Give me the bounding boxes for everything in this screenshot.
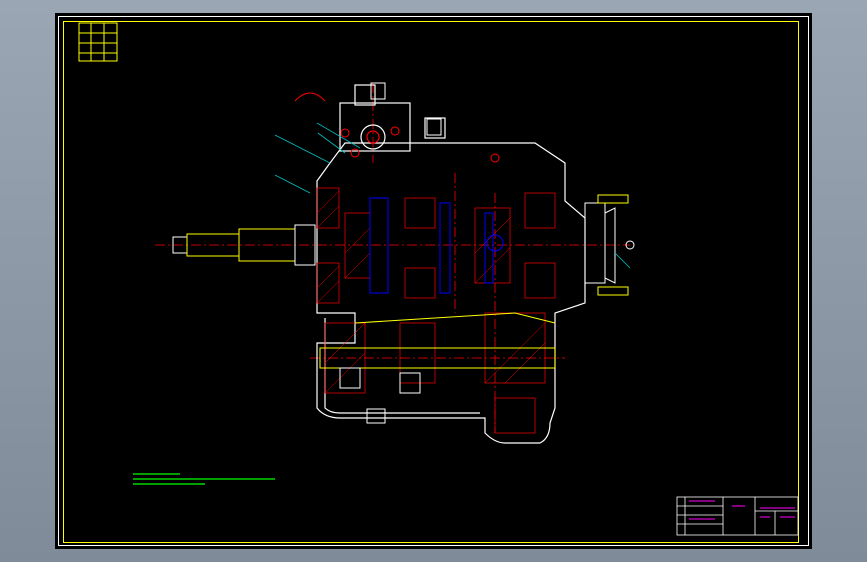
section-marker [294, 92, 326, 102]
hatch-lines [316, 190, 546, 394]
drawing-number-stamp [78, 22, 118, 62]
title-block [676, 496, 799, 536]
gearbox-drawing [78, 22, 799, 536]
drawing-sheet [55, 13, 812, 549]
leader-lines [274, 122, 631, 269]
hatched-sections [316, 187, 556, 434]
housing-outline [316, 84, 586, 444]
technical-notes [133, 473, 275, 485]
centerlines [155, 83, 630, 433]
title-block-marks [689, 500, 795, 520]
gear-teeth [369, 197, 504, 294]
